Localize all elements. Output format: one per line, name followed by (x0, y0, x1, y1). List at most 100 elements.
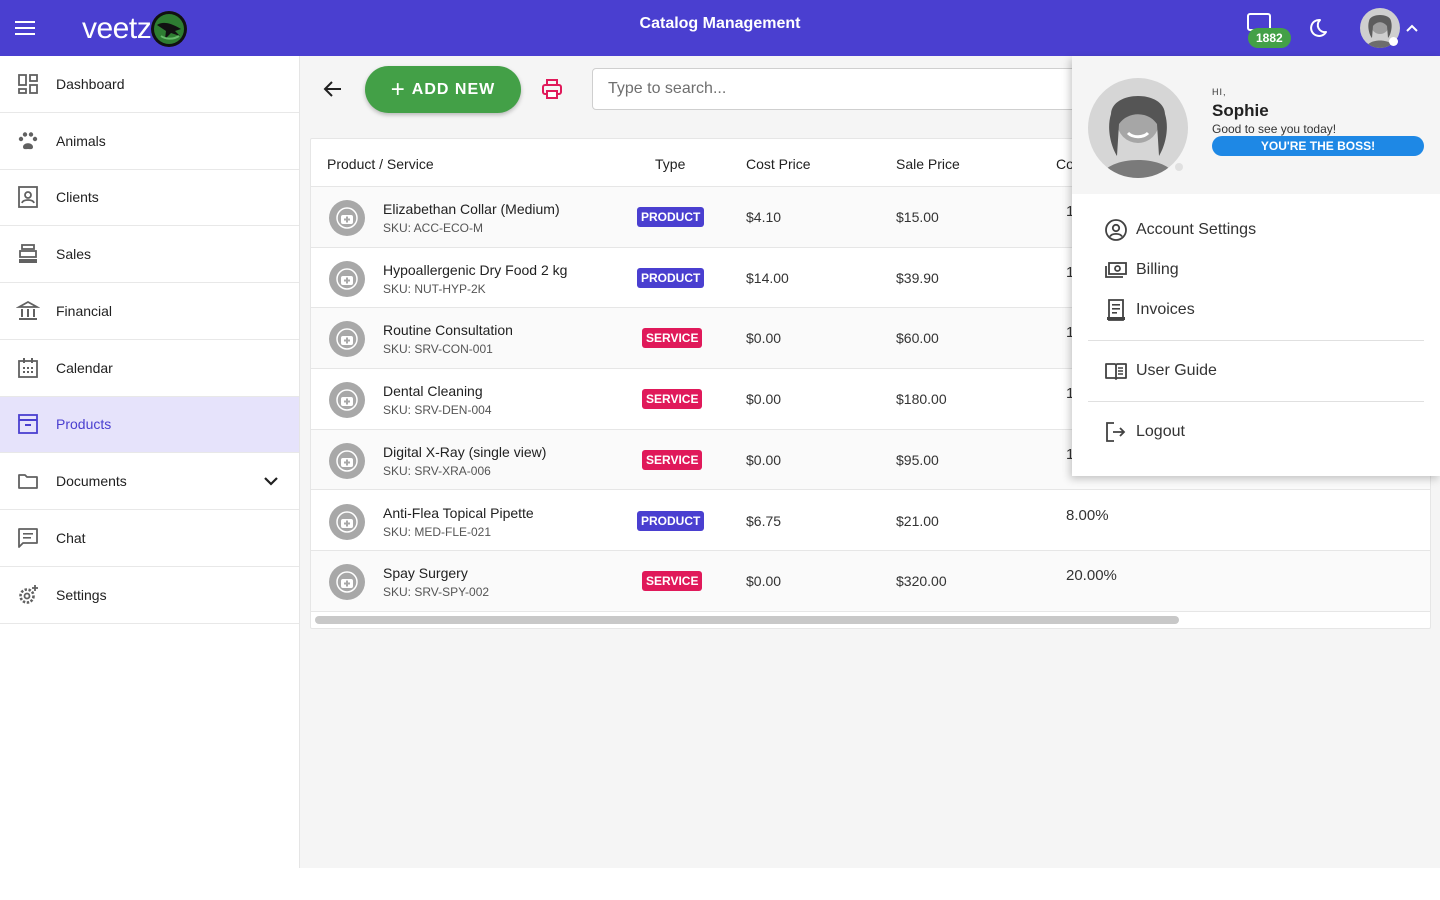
menu-icon[interactable] (14, 17, 36, 39)
sidebar-item-label: Settings (56, 586, 107, 603)
calendar-icon (18, 357, 38, 378)
cash-icon (1105, 262, 1127, 278)
cash-register-icon (19, 244, 37, 264)
menu-item-label: Invoices (1136, 301, 1195, 318)
product-sku: SKU: SRV-CON-001 (383, 342, 493, 357)
column-header-cost[interactable]: Cost Price (746, 156, 811, 172)
veetz-logo[interactable]: veetz (82, 10, 189, 48)
cost-price: $0.00 (746, 330, 782, 347)
footer-strip (0, 868, 1440, 900)
dark-mode-moon-icon[interactable] (1306, 16, 1330, 40)
sale-price: $320.00 (896, 573, 947, 590)
archive-box-icon (18, 414, 38, 435)
print-icon[interactable] (541, 78, 563, 100)
back-arrow-icon[interactable] (322, 78, 344, 100)
menu-item-billing[interactable]: Billing (1088, 250, 1424, 290)
menu-item-logout[interactable]: Logout (1088, 412, 1424, 452)
sidebar-item-dashboard[interactable]: Dashboard (0, 56, 299, 113)
profile-photo-icon (1088, 78, 1188, 178)
medical-bag-icon (329, 382, 365, 419)
chevron-up-icon[interactable] (1404, 20, 1420, 36)
commission: 8.00% (1066, 506, 1109, 524)
chat-icon (18, 527, 38, 548)
column-header-product[interactable]: Product / Service (327, 156, 434, 172)
sidebar-item-products[interactable]: Products (0, 396, 299, 454)
folder-icon (18, 474, 38, 490)
profile-header: HI, Sophie Good to see you today! YOU'RE… (1072, 56, 1440, 194)
sale-price: $180.00 (896, 391, 947, 408)
sale-price: $60.00 (896, 330, 939, 347)
product-name: Spay Surgery (383, 565, 468, 582)
sidebar-item-chat[interactable]: Chat (0, 510, 299, 567)
sidebar-item-label: Clients (56, 189, 99, 206)
cost-price: $0.00 (746, 573, 782, 590)
sidebar-item-label: Documents (56, 473, 127, 490)
user-name: Sophie (1212, 101, 1269, 120)
menu-item-label: Logout (1136, 423, 1185, 440)
product-name: Routine Consultation (383, 322, 513, 339)
product-sku: SKU: SRV-SPY-002 (383, 585, 490, 600)
sidebar-item-sales[interactable]: Sales (0, 226, 299, 283)
product-name: Anti-Flea Topical Pipette (383, 504, 534, 521)
sidebar-item-clients[interactable]: Clients (0, 170, 299, 227)
cost-price: $4.10 (746, 209, 782, 225)
sidebar-item-financial[interactable]: Financial (0, 283, 299, 340)
sidebar-item-label: Calendar (56, 359, 113, 376)
menu-item-label: Account Settings (1136, 221, 1257, 238)
horizontal-scrollbar[interactable] (315, 616, 1179, 624)
dashboard-icon (18, 73, 38, 94)
cost-price: $6.75 (746, 512, 782, 529)
menu-item-label: User Guide (1136, 362, 1217, 379)
menu-divider (1088, 340, 1424, 341)
type-badge: SERVICE (642, 328, 703, 349)
greeting-text: Good to see you today! (1212, 122, 1337, 136)
sidebar-item-label: Sales (56, 246, 92, 263)
table-row[interactable]: Anti-Flea Topical Pipette SKU: MED-FLE-0… (311, 491, 1430, 552)
type-badge: SERVICE (642, 449, 703, 470)
contact-card-icon (18, 186, 38, 209)
sidebar-item-documents[interactable]: Documents (0, 453, 299, 510)
logout-icon (1106, 422, 1126, 442)
menu-divider (1088, 401, 1424, 402)
add-new-label: ADD NEW (411, 80, 496, 98)
column-header-sale[interactable]: Sale Price (896, 156, 960, 172)
menu-item-user-guide[interactable]: User Guide (1088, 351, 1424, 391)
cost-price: $14.00 (746, 269, 789, 286)
settings-icon (19, 584, 38, 604)
sidebar-nav: Dashboard Animals Clients Sales Financia… (0, 56, 300, 868)
sidebar-item-label: Chat (56, 529, 86, 546)
greeting-hi: HI, (1212, 87, 1227, 97)
medical-bag-icon (329, 200, 365, 236)
add-new-button[interactable]: + ADD NEW (365, 66, 521, 113)
chevron-down-icon[interactable] (262, 472, 280, 490)
column-header-type[interactable]: Type (655, 156, 685, 172)
menu-item-invoices[interactable]: Invoices (1088, 290, 1424, 330)
profile-photo (1088, 78, 1188, 178)
table-row[interactable]: Spay Surgery SKU: SRV-SPY-002 SERVICE $0… (311, 551, 1430, 612)
product-sku: SKU: ACC-ECO-M (383, 221, 484, 235)
menu-item-account-settings[interactable]: Account Settings (1088, 210, 1424, 250)
cost-price: $0.00 (746, 451, 782, 468)
logo-text: veetz (82, 12, 152, 45)
sidebar-item-calendar[interactable]: Calendar (0, 340, 299, 397)
medical-bag-icon (329, 442, 365, 479)
paw-icon (18, 131, 38, 149)
role-badge: YOU'RE THE BOSS! (1212, 136, 1424, 156)
type-badge: SERVICE (642, 389, 703, 410)
search-input[interactable] (592, 68, 1112, 110)
profile-dropdown-menu: HI, Sophie Good to see you today! YOU'RE… (1072, 56, 1440, 476)
product-sku: SKU: SRV-DEN-004 (383, 403, 492, 418)
type-badge: PRODUCT (637, 510, 705, 531)
sale-price: $95.00 (896, 451, 939, 468)
medical-bag-icon (329, 503, 365, 540)
book-icon (1105, 363, 1127, 380)
sidebar-item-settings[interactable]: Settings (0, 567, 299, 624)
sidebar-item-animals[interactable]: Animals (0, 113, 299, 170)
sale-price: $21.00 (896, 512, 939, 529)
product-sku: SKU: MED-FLE-021 (383, 524, 492, 539)
menu-item-label: Billing (1136, 261, 1179, 278)
sidebar-item-label: Products (56, 416, 112, 433)
sale-price: $39.90 (896, 269, 939, 286)
product-name: Digital X-Ray (single view) (383, 443, 547, 460)
top-app-bar: veetz Catalog Management 1882 (0, 0, 1440, 56)
